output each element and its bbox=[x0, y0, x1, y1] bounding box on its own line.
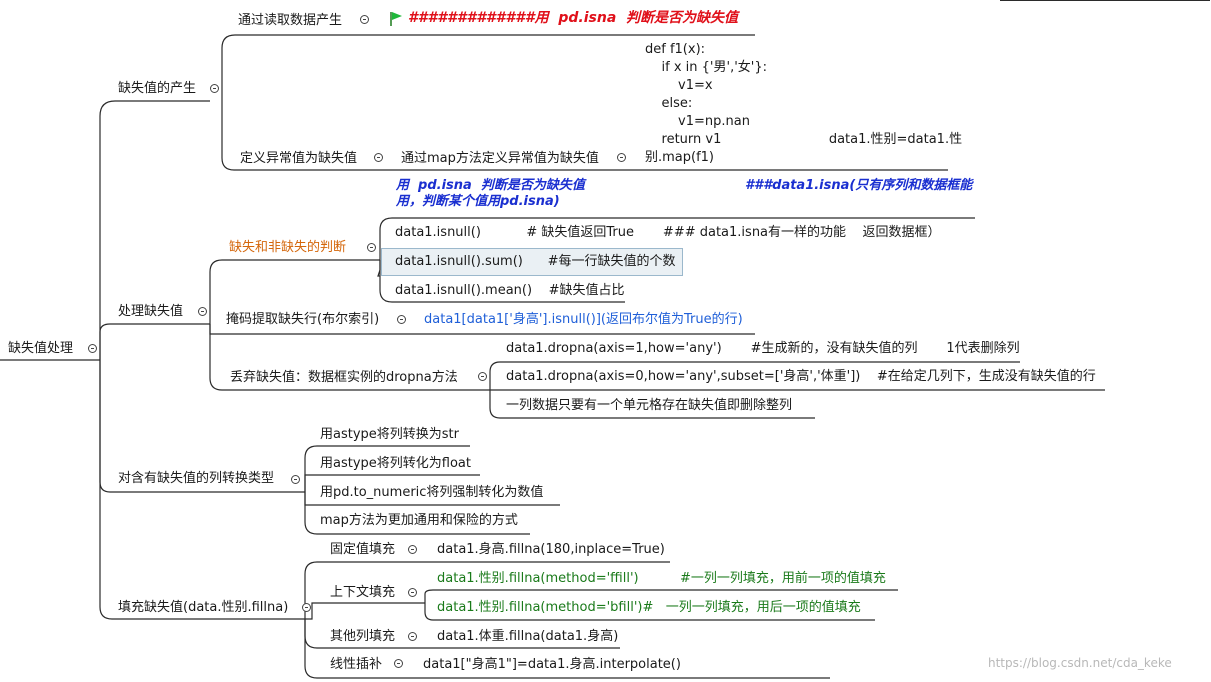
node-map-method[interactable]: 通过map方法定义异常值为缺失值 bbox=[401, 151, 599, 167]
flag-icon bbox=[390, 12, 402, 26]
node-bfill[interactable]: data1.性别.fillna(method='bfill')# 一列一列填充，… bbox=[437, 600, 861, 616]
collapse-toggle-icon[interactable] bbox=[408, 545, 417, 554]
node-missing-produce[interactable]: 缺失值的产生 bbox=[118, 81, 196, 97]
node-dropna-axis1[interactable]: data1.dropna(axis=1,how='any') #生成新的，没有缺… bbox=[506, 341, 1020, 357]
code-line: v1=np.nan bbox=[645, 114, 750, 129]
collapse-toggle-icon[interactable] bbox=[302, 603, 311, 612]
node-context-fill[interactable]: 上下文填充 bbox=[330, 585, 395, 601]
node-convert-types[interactable]: 对含有缺失值的列转换类型 bbox=[118, 471, 274, 487]
code-line: v1=x bbox=[645, 78, 713, 93]
node-dropna-axis0[interactable]: data1.dropna(axis=0,how='any',subset=['身… bbox=[506, 369, 1096, 385]
code-line: return v1 data1.性别=data1.性 bbox=[645, 132, 963, 147]
node-linear-interp[interactable]: 线性插补 bbox=[330, 657, 382, 673]
note-pd-isna: #############用 pd.isna 判断是否为缺失值 bbox=[408, 10, 739, 26]
node-convert-item[interactable]: 用pd.to_numeric将列强制转化为数值 bbox=[320, 485, 543, 501]
note-isna-right: ###data1.isna(只有序列和数据框能 bbox=[745, 178, 973, 193]
collapse-toggle-icon[interactable] bbox=[374, 153, 383, 162]
node-abnormal-missing[interactable]: 定义异常值为缺失值 bbox=[240, 151, 357, 167]
node-convert-item[interactable]: map方法为更加通用和保险的方式 bbox=[320, 513, 518, 529]
collapse-toggle-icon[interactable] bbox=[198, 307, 207, 316]
node-dropna[interactable]: 丢弃缺失值：数据框实例的dropna方法 bbox=[230, 370, 458, 386]
watermark: https://blog.csdn.net/cda_keke bbox=[988, 656, 1172, 670]
collapse-toggle-icon[interactable] bbox=[367, 243, 376, 252]
code-line: if x in {'男','女'}: bbox=[645, 60, 768, 75]
node-fixed-code[interactable]: data1.身高.fillna(180,inplace=True) bbox=[437, 542, 665, 558]
code-line: else: bbox=[645, 96, 693, 111]
collapse-toggle-icon[interactable] bbox=[478, 372, 487, 381]
node-other-code[interactable]: data1.体重.fillna(data1.身高) bbox=[437, 629, 618, 645]
collapse-toggle-icon[interactable] bbox=[397, 315, 406, 324]
node-isnull-mean[interactable]: data1.isnull().mean() #缺失值占比 bbox=[395, 283, 624, 299]
collapse-toggle-icon[interactable] bbox=[88, 344, 97, 353]
node-isnull[interactable]: data1.isnull() # 缺失值返回True ### data1.isn… bbox=[395, 225, 941, 241]
node-isnull-sum[interactable]: data1.isnull().sum() #每一行缺失值的个数 bbox=[395, 254, 676, 270]
node-linear-code[interactable]: data1["身高1"]=data1.身高.interpolate() bbox=[423, 657, 681, 673]
node-convert-item[interactable]: 用astype将列转化为float bbox=[320, 456, 471, 472]
node-fixed-fill[interactable]: 固定值填充 bbox=[330, 542, 395, 558]
collapse-toggle-icon[interactable] bbox=[408, 632, 417, 641]
code-line: def f1(x): bbox=[645, 42, 706, 57]
node-mask-code[interactable]: data1[data1['身高'].isnull()](返回布尔值为True的行… bbox=[424, 312, 743, 328]
collapse-toggle-icon[interactable] bbox=[617, 153, 626, 162]
node-read-data[interactable]: 通过读取数据产生 bbox=[238, 13, 342, 29]
code-line: 别.map(f1) bbox=[645, 150, 715, 165]
node-mask-extract[interactable]: 掩码提取缺失行(布尔索引) bbox=[226, 312, 379, 328]
node-ffill[interactable]: data1.性别.fillna(method='ffill') #一列一列填充，… bbox=[437, 571, 886, 587]
node-other-fill[interactable]: 其他列填充 bbox=[330, 629, 395, 645]
note-isna-left: 用 pd.isna 判断是否为缺失值 用，判断某个值用pd.isna) bbox=[396, 178, 585, 209]
collapse-toggle-icon[interactable] bbox=[291, 475, 300, 484]
node-fillna[interactable]: 填充缺失值(data.性别.fillna) bbox=[118, 600, 288, 616]
collapse-toggle-icon[interactable] bbox=[394, 659, 403, 668]
node-drop-column[interactable]: 一列数据只要有一个单元格存在缺失值即删除整列 bbox=[506, 398, 792, 414]
root-node[interactable]: 缺失值处理 bbox=[8, 341, 73, 357]
collapse-toggle-icon[interactable] bbox=[360, 15, 369, 24]
collapse-toggle-icon[interactable] bbox=[408, 588, 417, 597]
node-handle-missing[interactable]: 处理缺失值 bbox=[118, 304, 183, 320]
node-convert-item[interactable]: 用astype将列转换为str bbox=[320, 427, 459, 443]
node-judge-missing[interactable]: 缺失和非缺失的判断 bbox=[229, 240, 346, 256]
collapse-toggle-icon[interactable] bbox=[210, 84, 219, 93]
